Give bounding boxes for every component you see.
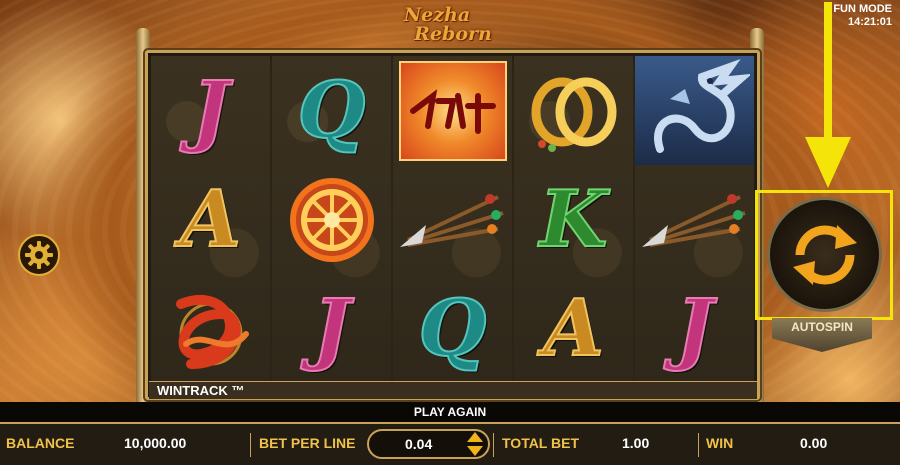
reel-5: J: [635, 56, 754, 384]
reel-4-cell-3: A: [514, 275, 633, 384]
reel-2-cell-1: Q: [272, 56, 391, 165]
settings-button[interactable]: [18, 234, 60, 276]
total-bet-value: 1.00: [622, 435, 650, 451]
refresh-icon: [792, 224, 857, 285]
game-logo: Nezha Reborn: [403, 4, 492, 45]
bet-per-line-control[interactable]: 0.04: [367, 429, 490, 459]
divider: [250, 433, 251, 457]
reel-5-cell-1: [635, 56, 754, 166]
reel-3-cell-1: [393, 56, 512, 165]
j-symbol: J: [191, 64, 230, 156]
footer-bar: BALANCE 10,000.00 BET PER LINE 0.04 TOTA…: [0, 422, 900, 465]
triangle-up-icon[interactable]: [467, 432, 483, 442]
k-symbol: K: [539, 173, 609, 265]
bet-per-line-label: BET PER LINE: [259, 435, 356, 451]
a-symbol: A: [179, 173, 242, 265]
scatter-symbol: [398, 60, 507, 161]
reel-5-cell-2: [635, 165, 754, 274]
reel-3: Q: [393, 56, 512, 384]
reels: J A Q J Q K A J: [151, 56, 754, 384]
total-bet-label: TOTAL BET: [502, 435, 579, 451]
reel-2-cell-3: J: [272, 275, 391, 384]
reel-3-cell-2: [393, 165, 512, 274]
spear-symbol: [641, 193, 746, 247]
bet-per-line-value: 0.04: [405, 436, 433, 452]
balance-label: BALANCE: [6, 435, 75, 451]
reel-1: J A: [151, 56, 270, 384]
reel-3-cell-3: Q: [393, 275, 512, 384]
balance-value: 10,000.00: [124, 435, 187, 451]
reel-1-cell-1: J: [151, 56, 270, 165]
divider: [493, 433, 494, 457]
reel-5-cell-3: J: [635, 275, 754, 384]
j-symbol: J: [675, 283, 714, 375]
gold-rings-symbol: [531, 77, 616, 152]
scatter-calligraphy-icon: [409, 88, 496, 134]
red-knot-symbol: [175, 295, 249, 370]
spear-symbol: [399, 193, 504, 247]
fire-wheel-symbol: [289, 177, 374, 262]
reel-2-cell-2: [272, 165, 391, 274]
reel-4-cell-2: K: [514, 165, 633, 274]
reel-2: Q J: [272, 56, 391, 384]
wintrack-bar: WINTRACK ™: [149, 381, 757, 399]
reel-4-cell-1: [514, 56, 633, 165]
arrow-down-icon: [805, 2, 851, 188]
play-again-text: PLAY AGAIN: [0, 402, 900, 422]
dragon-symbol: [653, 58, 750, 153]
spin-button[interactable]: [767, 197, 882, 312]
triangle-down-icon[interactable]: [467, 446, 483, 456]
divider: [698, 433, 699, 457]
bet-stepper: [464, 432, 486, 456]
j-symbol: J: [312, 283, 351, 375]
win-label: WIN: [706, 435, 734, 451]
reel-1-cell-2: A: [151, 165, 270, 274]
win-value: 0.00: [800, 435, 828, 451]
reel-1-cell-3: [151, 275, 270, 384]
q-symbol: Q: [418, 283, 488, 375]
reel-4: K A: [514, 56, 633, 384]
gear-icon: [25, 241, 53, 269]
q-symbol: Q: [297, 64, 367, 156]
a-symbol: A: [542, 283, 605, 375]
reel-frame: J A Q J Q K A J: [145, 50, 760, 400]
